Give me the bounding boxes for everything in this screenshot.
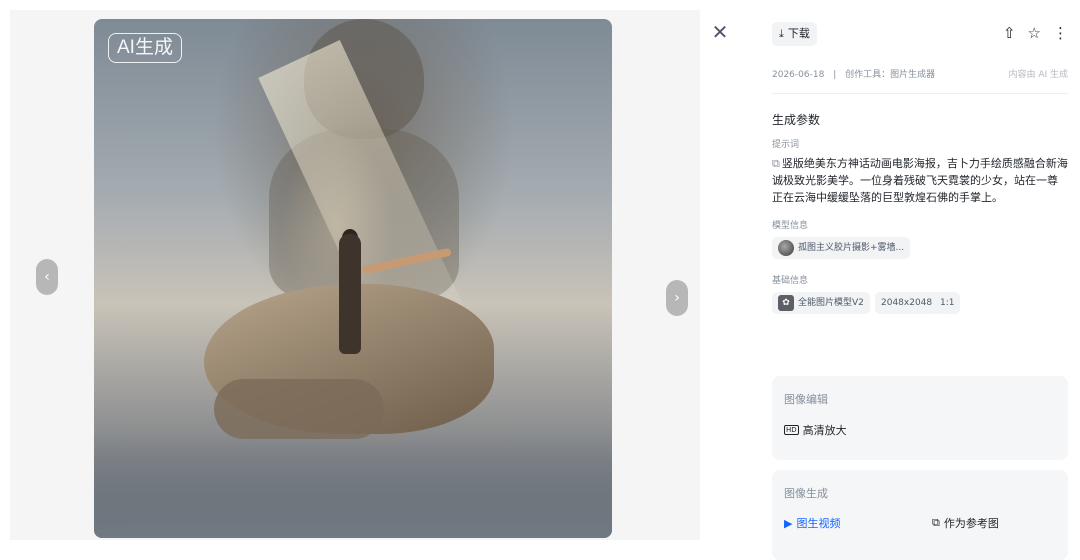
close-button[interactable]: ✕ [710, 22, 730, 42]
download-label: 下载 [787, 27, 810, 40]
prev-image-button[interactable]: ‹ [36, 259, 58, 295]
section-title: 生成参数 [772, 113, 821, 127]
reference-icon: ⧉ [932, 516, 940, 529]
girl-figure-shape [339, 234, 361, 354]
more-icon[interactable]: ⋮ [1053, 24, 1068, 42]
creation-tool: 创作工具：图片生成器 [845, 70, 936, 80]
model-name-text: 全能图片模型V2 [798, 298, 864, 308]
video-icon: ▶ [784, 516, 793, 530]
details-panel: ⤓ 下载 ⇧ ☆ ⋮ 2026-06-18 | 创作工具：图片生成器 内容由 A… [772, 20, 1068, 560]
image-viewer: AI生成 ‹ › [10, 10, 700, 540]
close-icon: ✕ [711, 20, 729, 44]
resolution-text: 2048x2048 [881, 298, 933, 308]
model-style-chip[interactable]: 孤图主义胶片摄影+雾墙... [772, 237, 911, 259]
hd-icon: HD [784, 425, 799, 435]
copy-icon[interactable]: ⧉ [772, 157, 780, 170]
cloud-shape [94, 429, 612, 538]
model-info-label: 模型信息 [772, 221, 809, 231]
share-icon[interactable]: ⇧ [1003, 24, 1016, 42]
creation-date: 2026-06-18 [772, 70, 825, 80]
hd-upscale-button[interactable]: HD 高清放大 [784, 422, 847, 438]
resolution-chip: 2048x2048 [875, 292, 939, 314]
next-image-button[interactable]: › [666, 280, 688, 316]
use-as-reference-label: 作为参考图 [943, 517, 999, 530]
star-icon[interactable]: ☆ [1028, 24, 1041, 42]
prompt-text: 竖版绝美东方神话动画电影海报，吉卜力手绘质感融合新海诚极致光影美学。一位身着残破… [772, 157, 1068, 204]
image-generate-card: 图像生成 ▶ 图生视频 ⧉ 作为参考图 [772, 470, 1068, 560]
style-avatar [778, 240, 794, 256]
model-thumb-icon: ✿ [778, 295, 794, 311]
meta-separator: | [833, 70, 837, 80]
ratio-text: 1:1 [940, 298, 955, 308]
download-icon: ⤓ [779, 27, 784, 40]
use-as-reference-button[interactable]: ⧉ 作为参考图 [932, 515, 999, 531]
ai-content-note: 内容由 AI 生成 [1008, 70, 1068, 80]
chevron-right-icon: › [674, 290, 680, 306]
image-edit-title: 图像编辑 [784, 393, 828, 406]
meta-line: 2026-06-18 | 创作工具：图片生成器 内容由 AI 生成 [772, 67, 1068, 80]
model-name-chip: ✿ 全能图片模型V2 [772, 292, 870, 314]
model-style-text: 孤图主义胶片摄影+雾墙... [798, 243, 905, 253]
generated-image: AI生成 [94, 19, 612, 538]
image-to-video-label: 图生视频 [796, 517, 841, 530]
image-generate-title: 图像生成 [784, 487, 828, 500]
hd-upscale-label: 高清放大 [802, 424, 847, 437]
divider [772, 93, 1068, 94]
image-to-video-button[interactable]: ▶ 图生视频 [784, 515, 840, 531]
prompt-label: 提示词 [772, 140, 800, 150]
chevron-left-icon: ‹ [44, 269, 50, 285]
ratio-chip: 1:1 [934, 292, 961, 314]
ai-generated-badge: AI生成 [108, 33, 182, 63]
download-button[interactable]: ⤓ 下载 [772, 22, 817, 46]
toolbar-icons: ⇧ ☆ ⋮ [1003, 24, 1068, 42]
image-edit-card: 图像编辑 HD 高清放大 [772, 376, 1068, 460]
prompt-text-block: ⧉ 竖版绝美东方神话动画电影海报，吉卜力手绘质感融合新海诚极致光影美学。一位身着残… [772, 155, 1068, 206]
basic-info-label: 基础信息 [772, 276, 809, 286]
